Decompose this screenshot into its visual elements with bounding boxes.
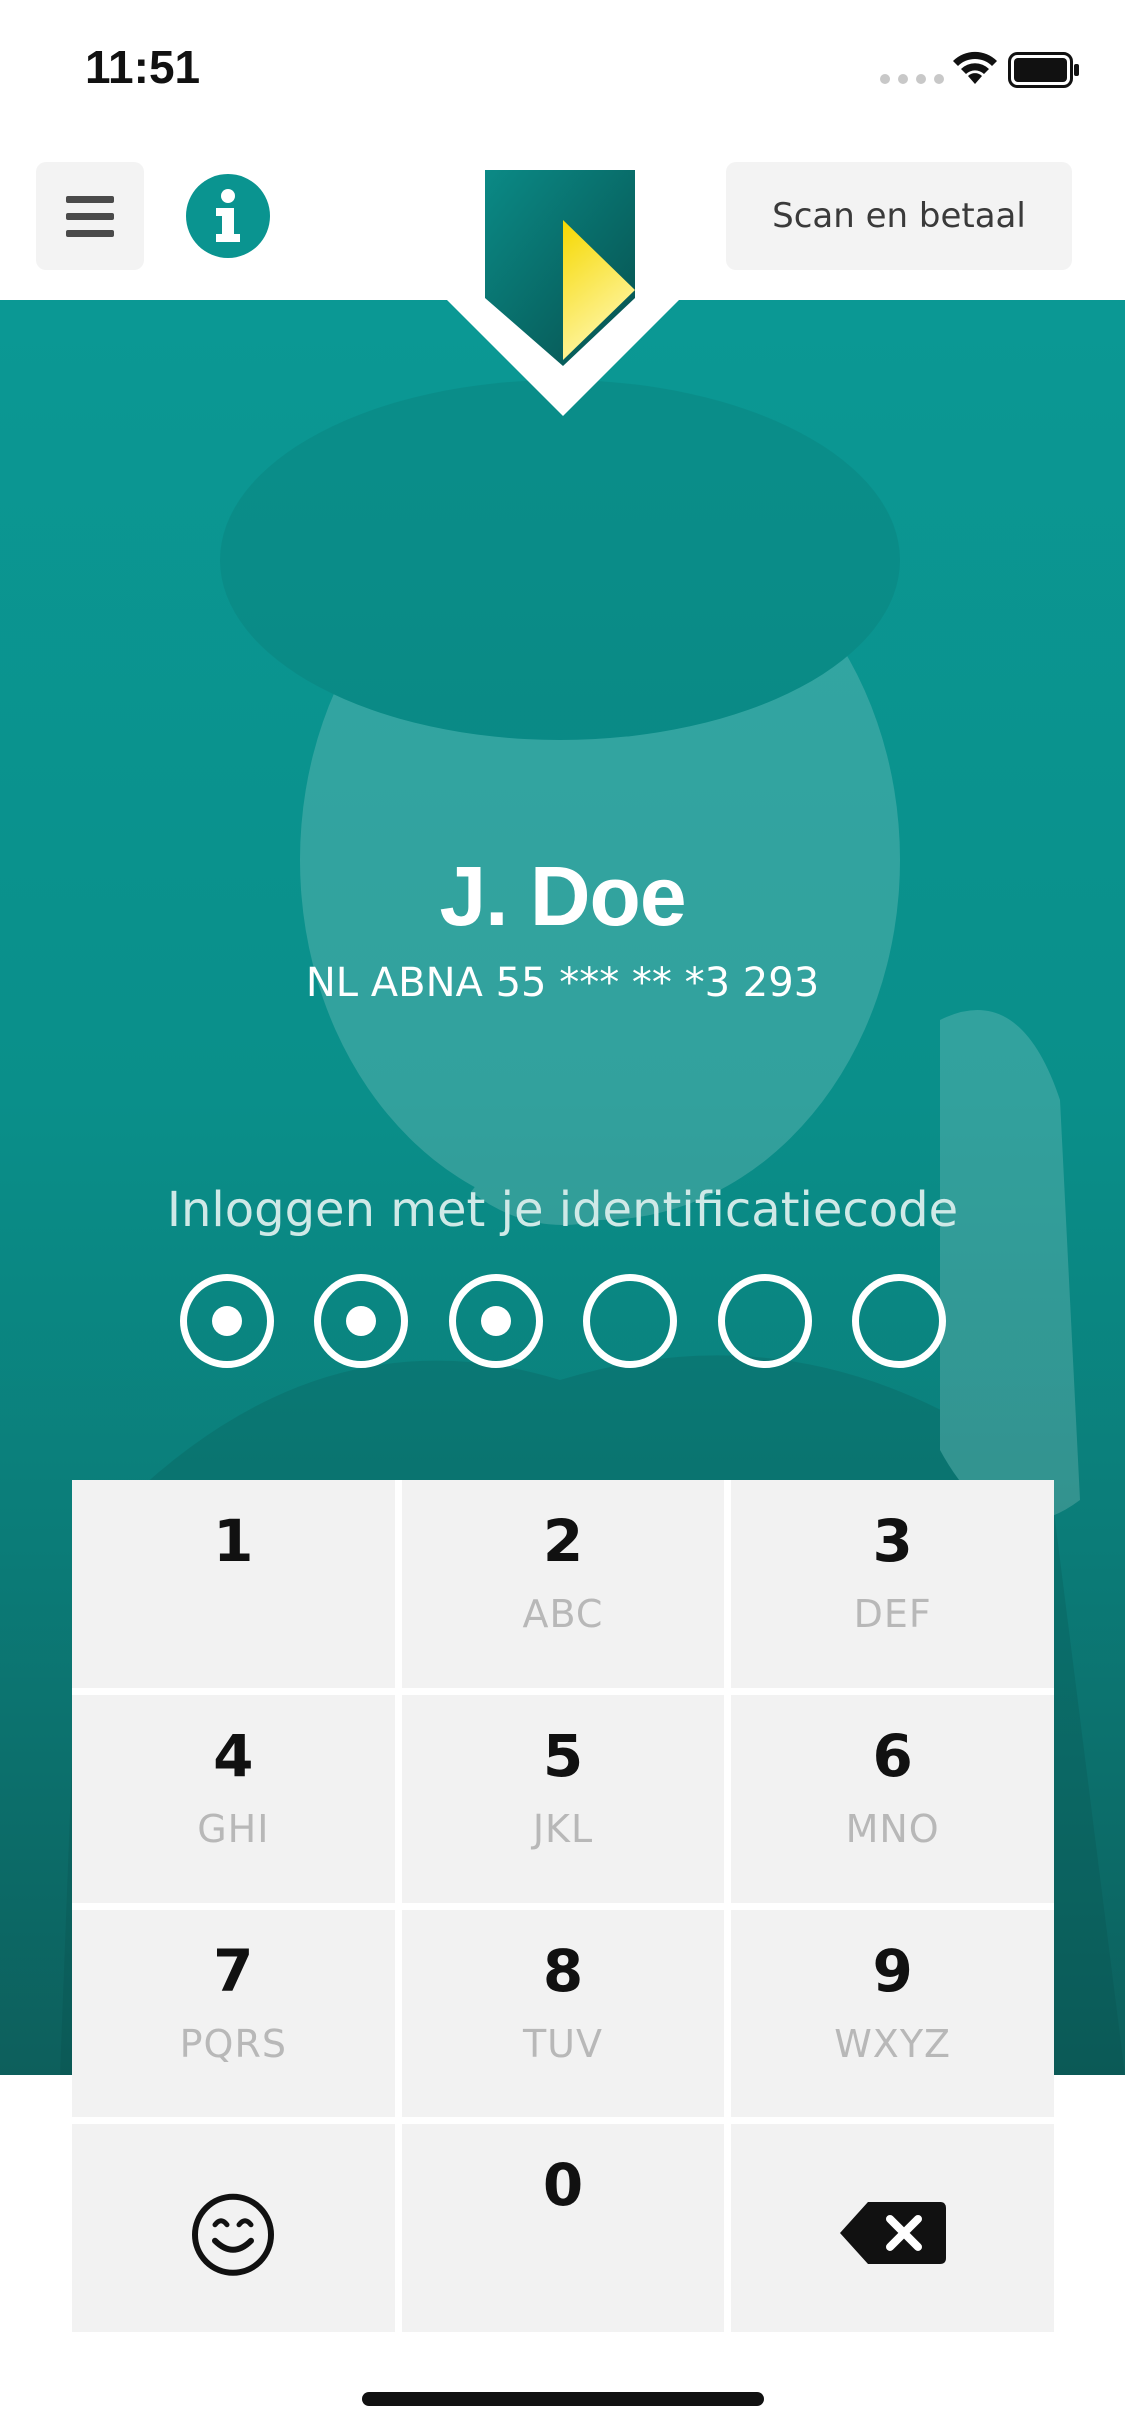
home-indicator[interactable] — [362, 2392, 764, 2406]
key-4[interactable]: 4 GHI — [72, 1694, 395, 1903]
login-screen: 11:51 Scan en betaal J. Doe NL ABNA 55 *… — [0, 0, 1125, 2436]
cellular-signal-icon — [880, 74, 944, 84]
key-0[interactable]: 0 — [401, 2124, 725, 2332]
pin-dot-filled — [314, 1274, 409, 1368]
status-time: 11:51 — [85, 41, 201, 93]
account-number: NL ABNA 55 *** ** *3 293 — [305, 960, 820, 1006]
info-icon — [216, 189, 240, 242]
backspace-button[interactable] — [731, 2124, 1054, 2332]
info-button[interactable] — [186, 174, 270, 258]
backspace-icon — [839, 2202, 946, 2265]
key-3[interactable]: 3 DEF — [731, 1480, 1054, 1688]
pin-indicator — [180, 1274, 946, 1368]
pin-dot-empty — [717, 1274, 812, 1368]
key-1[interactable]: 1 — [72, 1480, 395, 1688]
user-name: J. Doe — [439, 849, 686, 943]
key-5[interactable]: 5 JKL — [401, 1694, 725, 1903]
pin-dot-empty — [583, 1274, 678, 1368]
login-prompt: Inloggen met je identificatiecode — [166, 1182, 959, 1238]
battery-icon — [1008, 52, 1079, 88]
pin-dot-filled — [180, 1274, 274, 1368]
key-9[interactable]: 9 WXYZ — [731, 1909, 1054, 2118]
hamburger-icon — [66, 195, 114, 203]
key-7[interactable]: 7 PQRS — [72, 1909, 395, 2118]
menu-button[interactable] — [36, 162, 144, 270]
biometric-login-button[interactable] — [72, 2124, 395, 2332]
status-bar: 11:51 — [0, 0, 1125, 140]
smiley-icon — [192, 2193, 275, 2276]
numeric-keypad: 1 2 ABC 3 DEF 4 GHI 5 JKL 6 MNO 7 PQRS 8 — [72, 1480, 1054, 2332]
key-2[interactable]: 2 ABC — [401, 1480, 725, 1688]
pin-dot-empty — [851, 1274, 946, 1368]
key-8[interactable]: 8 TUV — [401, 1909, 725, 2118]
scan-and-pay-button[interactable]: Scan en betaal — [726, 162, 1072, 270]
wifi-icon — [953, 51, 997, 84]
pin-dot-filled — [448, 1274, 543, 1368]
bank-logo — [445, 170, 681, 416]
key-6[interactable]: 6 MNO — [731, 1694, 1054, 1903]
